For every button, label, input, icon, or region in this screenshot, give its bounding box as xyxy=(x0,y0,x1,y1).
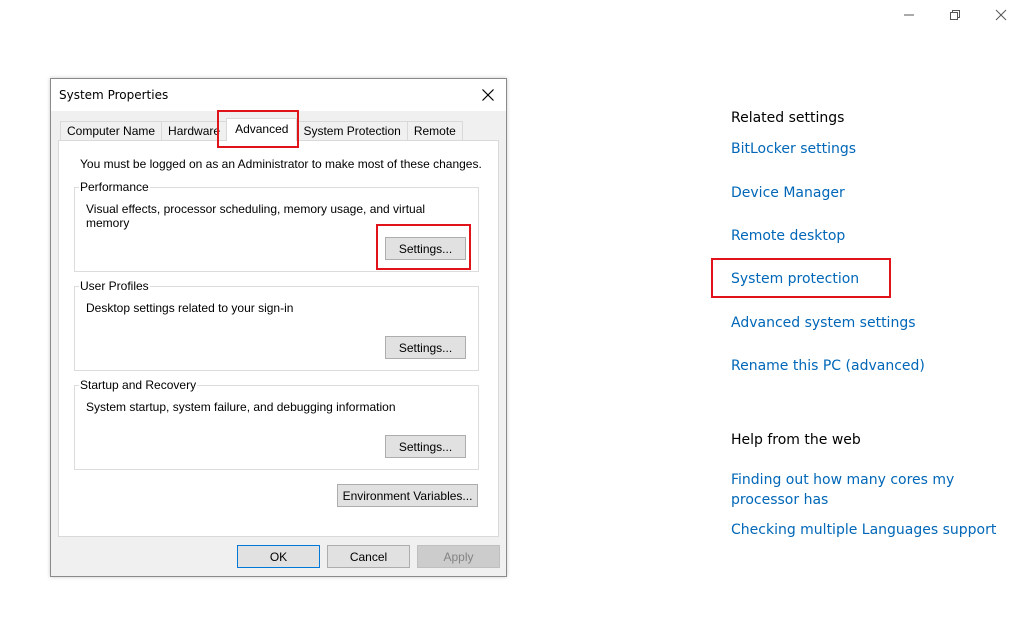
apply-button[interactable]: Apply xyxy=(417,545,500,568)
related-settings-heading: Related settings xyxy=(731,110,845,126)
window-controls xyxy=(886,0,1024,30)
languages-help-link[interactable]: Checking multiple Languages support xyxy=(731,520,996,540)
cancel-button[interactable]: Cancel xyxy=(327,545,410,568)
device-manager-link[interactable]: Device Manager xyxy=(731,183,845,203)
help-from-web-heading: Help from the web xyxy=(731,432,861,448)
environment-variables-button[interactable]: Environment Variables... xyxy=(337,484,478,507)
performance-group-label: Performance xyxy=(79,180,150,194)
cores-help-link-line-1: Finding out how many cores my xyxy=(731,472,955,488)
minimize-button[interactable] xyxy=(886,0,932,30)
remote-desktop-link[interactable]: Remote desktop xyxy=(731,226,845,246)
tab-remote[interactable]: Remote xyxy=(406,121,463,141)
restore-button[interactable] xyxy=(932,0,978,30)
cores-help-link[interactable]: Finding out how many cores my processor … xyxy=(731,470,954,510)
startup-recovery-group: Startup and Recovery System startup, sys… xyxy=(74,378,479,470)
startup-recovery-description: System startup, system failure, and debu… xyxy=(86,400,396,414)
performance-description: Visual effects, processor scheduling, me… xyxy=(86,202,426,230)
performance-settings-button[interactable]: Settings... xyxy=(385,237,466,260)
user-profiles-settings-button[interactable]: Settings... xyxy=(385,336,466,359)
advanced-tab-panel: You must be logged on as an Administrato… xyxy=(58,140,499,537)
performance-group: Performance Visual effects, processor sc… xyxy=(74,180,479,272)
minimize-icon xyxy=(904,14,914,16)
rename-this-pc-link[interactable]: Rename this PC (advanced) xyxy=(731,356,925,376)
bitlocker-settings-link[interactable]: BitLocker settings xyxy=(731,139,856,159)
tab-system-protection[interactable]: System Protection xyxy=(296,121,408,141)
startup-recovery-settings-button[interactable]: Settings... xyxy=(385,435,466,458)
close-button[interactable] xyxy=(978,0,1024,30)
tab-hardware[interactable]: Hardware xyxy=(161,121,228,141)
close-icon xyxy=(482,89,494,101)
user-profiles-group: User Profiles Desktop settings related t… xyxy=(74,279,479,371)
dialog-close-button[interactable] xyxy=(470,79,506,111)
system-properties-dialog: System Properties Computer Name Hardware… xyxy=(50,78,507,577)
startup-recovery-group-label: Startup and Recovery xyxy=(79,378,198,392)
cores-help-link-line-2: processor has xyxy=(731,492,829,508)
ok-button[interactable]: OK xyxy=(237,545,320,568)
tab-bar: Computer Name Hardware Advanced System P… xyxy=(60,118,463,141)
advanced-system-settings-link[interactable]: Advanced system settings xyxy=(731,313,916,333)
close-icon xyxy=(995,9,1007,21)
system-protection-link[interactable]: System protection xyxy=(731,269,859,289)
tab-advanced[interactable]: Advanced xyxy=(226,118,298,141)
user-profiles-group-label: User Profiles xyxy=(79,279,150,293)
dialog-titlebar: System Properties xyxy=(51,79,506,111)
admin-note: You must be logged on as an Administrato… xyxy=(80,157,482,171)
restore-icon xyxy=(950,10,960,20)
dialog-title: System Properties xyxy=(59,88,169,102)
user-profiles-description: Desktop settings related to your sign-in xyxy=(86,301,294,315)
tab-computer-name[interactable]: Computer Name xyxy=(60,121,163,141)
